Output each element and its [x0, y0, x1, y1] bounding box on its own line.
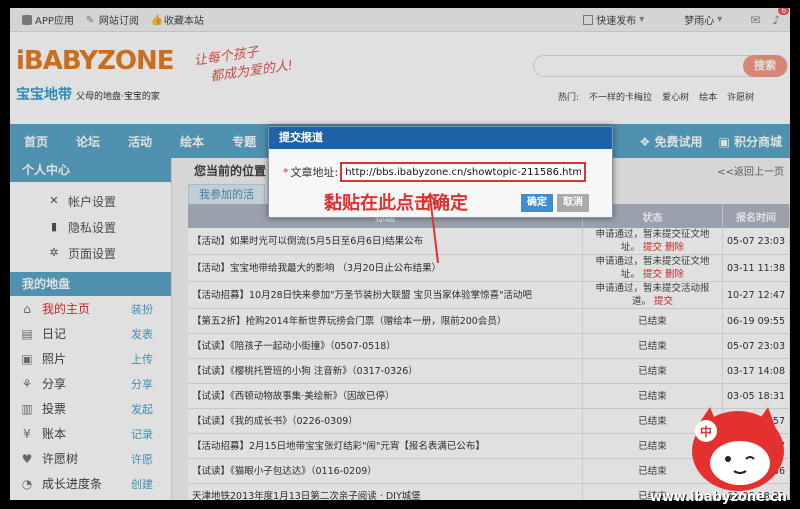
url-field-label: 文章地址:: [290, 166, 339, 179]
cancel-button[interactable]: 取消: [557, 194, 589, 212]
mascot-fox-icon: 中: [692, 407, 784, 491]
submit-report-dialog: 提交报道 * 文章地址: 黏贴在此点击确定 确定 取消: [268, 126, 613, 218]
page: APP应用 ✎ 网站订阅 👍 收藏本站 快速发布 ▾ 梦雨心 ▾ ✉ ♪ 6 iBABYZ…: [10, 8, 790, 500]
article-url-input[interactable]: [340, 162, 587, 182]
paste-hint: 黏贴在此点击确定: [324, 193, 468, 214]
dialog-title: 提交报道: [269, 127, 612, 149]
confirm-button[interactable]: 确定: [521, 194, 553, 212]
watermark: www.ibabyzone.cn: [650, 490, 787, 505]
mascot-char: 中: [700, 424, 712, 439]
required-mark: *: [283, 165, 289, 179]
modal-overlay: [10, 8, 790, 500]
